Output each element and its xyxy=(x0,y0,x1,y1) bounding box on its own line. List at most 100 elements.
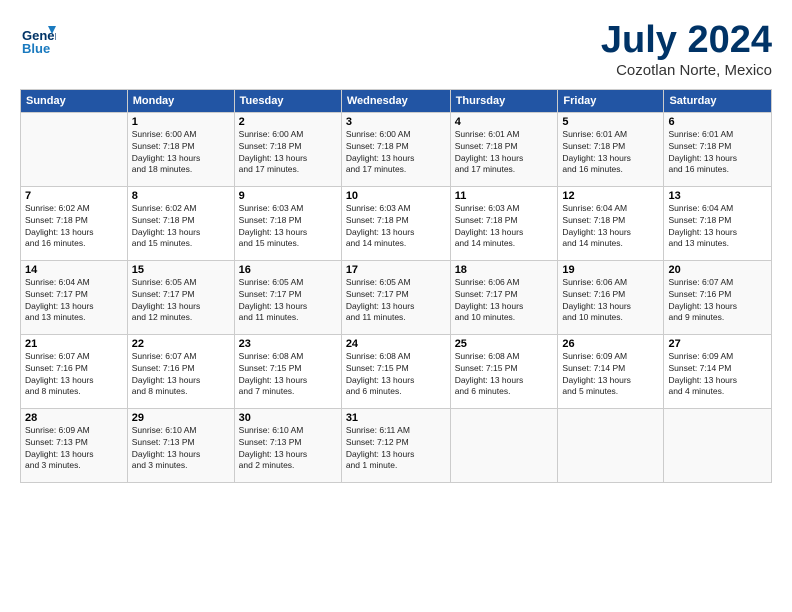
day-info: Sunrise: 6:00 AMSunset: 7:18 PMDaylight:… xyxy=(132,129,230,177)
day-info: Sunrise: 6:03 AMSunset: 7:18 PMDaylight:… xyxy=(239,203,337,251)
calendar-cell: 14Sunrise: 6:04 AMSunset: 7:17 PMDayligh… xyxy=(21,260,128,334)
calendar-cell: 2Sunrise: 6:00 AMSunset: 7:18 PMDaylight… xyxy=(234,112,341,186)
day-number: 27 xyxy=(668,338,767,350)
day-number: 20 xyxy=(668,264,767,276)
calendar-cell: 12Sunrise: 6:04 AMSunset: 7:18 PMDayligh… xyxy=(558,186,664,260)
day-info: Sunrise: 6:04 AMSunset: 7:18 PMDaylight:… xyxy=(562,203,659,251)
day-info: Sunrise: 6:01 AMSunset: 7:18 PMDaylight:… xyxy=(562,129,659,177)
calendar-cell: 6Sunrise: 6:01 AMSunset: 7:18 PMDaylight… xyxy=(664,112,772,186)
day-number: 25 xyxy=(455,338,554,350)
day-number: 12 xyxy=(562,190,659,202)
day-info: Sunrise: 6:10 AMSunset: 7:13 PMDaylight:… xyxy=(239,425,337,473)
calendar-cell: 1Sunrise: 6:00 AMSunset: 7:18 PMDaylight… xyxy=(127,112,234,186)
day-info: Sunrise: 6:08 AMSunset: 7:15 PMDaylight:… xyxy=(239,351,337,399)
calendar-week-3: 14Sunrise: 6:04 AMSunset: 7:17 PMDayligh… xyxy=(21,260,772,334)
calendar-week-2: 7Sunrise: 6:02 AMSunset: 7:18 PMDaylight… xyxy=(21,186,772,260)
calendar-week-5: 28Sunrise: 6:09 AMSunset: 7:13 PMDayligh… xyxy=(21,408,772,482)
day-info: Sunrise: 6:01 AMSunset: 7:18 PMDaylight:… xyxy=(455,129,554,177)
calendar-table: SundayMondayTuesdayWednesdayThursdayFrid… xyxy=(20,89,772,483)
calendar-week-4: 21Sunrise: 6:07 AMSunset: 7:16 PMDayligh… xyxy=(21,334,772,408)
calendar-cell: 4Sunrise: 6:01 AMSunset: 7:18 PMDaylight… xyxy=(450,112,558,186)
calendar-cell: 22Sunrise: 6:07 AMSunset: 7:16 PMDayligh… xyxy=(127,334,234,408)
day-header-monday: Monday xyxy=(127,89,234,112)
day-header-friday: Friday xyxy=(558,89,664,112)
calendar-cell xyxy=(558,408,664,482)
day-number: 23 xyxy=(239,338,337,350)
calendar-cell: 19Sunrise: 6:06 AMSunset: 7:16 PMDayligh… xyxy=(558,260,664,334)
day-info: Sunrise: 6:00 AMSunset: 7:18 PMDaylight:… xyxy=(239,129,337,177)
day-info: Sunrise: 6:03 AMSunset: 7:18 PMDaylight:… xyxy=(346,203,446,251)
day-number: 17 xyxy=(346,264,446,276)
day-info: Sunrise: 6:08 AMSunset: 7:15 PMDaylight:… xyxy=(455,351,554,399)
day-number: 10 xyxy=(346,190,446,202)
calendar-cell: 9Sunrise: 6:03 AMSunset: 7:18 PMDaylight… xyxy=(234,186,341,260)
month-title: July 2024 xyxy=(601,20,772,62)
calendar-cell: 3Sunrise: 6:00 AMSunset: 7:18 PMDaylight… xyxy=(341,112,450,186)
calendar-cell xyxy=(450,408,558,482)
day-info: Sunrise: 6:06 AMSunset: 7:16 PMDaylight:… xyxy=(562,277,659,325)
calendar-cell: 21Sunrise: 6:07 AMSunset: 7:16 PMDayligh… xyxy=(21,334,128,408)
calendar-cell: 18Sunrise: 6:06 AMSunset: 7:17 PMDayligh… xyxy=(450,260,558,334)
day-number: 6 xyxy=(668,116,767,128)
day-number: 3 xyxy=(346,116,446,128)
calendar-header-row: SundayMondayTuesdayWednesdayThursdayFrid… xyxy=(21,89,772,112)
day-header-tuesday: Tuesday xyxy=(234,89,341,112)
day-info: Sunrise: 6:02 AMSunset: 7:18 PMDaylight:… xyxy=(25,203,123,251)
logo: General Blue xyxy=(20,20,60,56)
calendar-cell: 29Sunrise: 6:10 AMSunset: 7:13 PMDayligh… xyxy=(127,408,234,482)
day-info: Sunrise: 6:05 AMSunset: 7:17 PMDaylight:… xyxy=(132,277,230,325)
day-number: 21 xyxy=(25,338,123,350)
day-info: Sunrise: 6:04 AMSunset: 7:17 PMDaylight:… xyxy=(25,277,123,325)
day-info: Sunrise: 6:07 AMSunset: 7:16 PMDaylight:… xyxy=(132,351,230,399)
calendar-cell: 20Sunrise: 6:07 AMSunset: 7:16 PMDayligh… xyxy=(664,260,772,334)
calendar-cell: 8Sunrise: 6:02 AMSunset: 7:18 PMDaylight… xyxy=(127,186,234,260)
header: General Blue July 2024 Cozotlan Norte, M… xyxy=(20,20,772,79)
calendar-cell: 17Sunrise: 6:05 AMSunset: 7:17 PMDayligh… xyxy=(341,260,450,334)
day-info: Sunrise: 6:07 AMSunset: 7:16 PMDaylight:… xyxy=(668,277,767,325)
calendar-cell: 7Sunrise: 6:02 AMSunset: 7:18 PMDaylight… xyxy=(21,186,128,260)
day-number: 29 xyxy=(132,412,230,424)
day-info: Sunrise: 6:01 AMSunset: 7:18 PMDaylight:… xyxy=(668,129,767,177)
day-number: 24 xyxy=(346,338,446,350)
day-info: Sunrise: 6:09 AMSunset: 7:14 PMDaylight:… xyxy=(562,351,659,399)
day-info: Sunrise: 6:02 AMSunset: 7:18 PMDaylight:… xyxy=(132,203,230,251)
day-number: 13 xyxy=(668,190,767,202)
calendar-cell: 24Sunrise: 6:08 AMSunset: 7:15 PMDayligh… xyxy=(341,334,450,408)
day-number: 30 xyxy=(239,412,337,424)
day-number: 28 xyxy=(25,412,123,424)
day-number: 9 xyxy=(239,190,337,202)
day-info: Sunrise: 6:04 AMSunset: 7:18 PMDaylight:… xyxy=(668,203,767,251)
calendar-cell: 28Sunrise: 6:09 AMSunset: 7:13 PMDayligh… xyxy=(21,408,128,482)
day-number: 15 xyxy=(132,264,230,276)
day-number: 8 xyxy=(132,190,230,202)
calendar-cell: 26Sunrise: 6:09 AMSunset: 7:14 PMDayligh… xyxy=(558,334,664,408)
day-number: 2 xyxy=(239,116,337,128)
location-subtitle: Cozotlan Norte, Mexico xyxy=(601,62,772,79)
calendar-page: General Blue July 2024 Cozotlan Norte, M… xyxy=(0,0,792,612)
day-header-thursday: Thursday xyxy=(450,89,558,112)
day-info: Sunrise: 6:05 AMSunset: 7:17 PMDaylight:… xyxy=(346,277,446,325)
day-number: 5 xyxy=(562,116,659,128)
calendar-cell xyxy=(21,112,128,186)
calendar-cell: 13Sunrise: 6:04 AMSunset: 7:18 PMDayligh… xyxy=(664,186,772,260)
day-header-saturday: Saturday xyxy=(664,89,772,112)
day-number: 4 xyxy=(455,116,554,128)
calendar-cell: 27Sunrise: 6:09 AMSunset: 7:14 PMDayligh… xyxy=(664,334,772,408)
calendar-cell: 16Sunrise: 6:05 AMSunset: 7:17 PMDayligh… xyxy=(234,260,341,334)
day-info: Sunrise: 6:09 AMSunset: 7:13 PMDaylight:… xyxy=(25,425,123,473)
day-number: 16 xyxy=(239,264,337,276)
day-info: Sunrise: 6:08 AMSunset: 7:15 PMDaylight:… xyxy=(346,351,446,399)
day-number: 31 xyxy=(346,412,446,424)
calendar-cell: 31Sunrise: 6:11 AMSunset: 7:12 PMDayligh… xyxy=(341,408,450,482)
calendar-cell: 5Sunrise: 6:01 AMSunset: 7:18 PMDaylight… xyxy=(558,112,664,186)
day-info: Sunrise: 6:10 AMSunset: 7:13 PMDaylight:… xyxy=(132,425,230,473)
day-number: 7 xyxy=(25,190,123,202)
day-number: 19 xyxy=(562,264,659,276)
svg-text:Blue: Blue xyxy=(22,41,50,56)
day-number: 26 xyxy=(562,338,659,350)
calendar-cell: 11Sunrise: 6:03 AMSunset: 7:18 PMDayligh… xyxy=(450,186,558,260)
day-info: Sunrise: 6:09 AMSunset: 7:14 PMDaylight:… xyxy=(668,351,767,399)
day-info: Sunrise: 6:07 AMSunset: 7:16 PMDaylight:… xyxy=(25,351,123,399)
calendar-cell: 10Sunrise: 6:03 AMSunset: 7:18 PMDayligh… xyxy=(341,186,450,260)
day-info: Sunrise: 6:03 AMSunset: 7:18 PMDaylight:… xyxy=(455,203,554,251)
